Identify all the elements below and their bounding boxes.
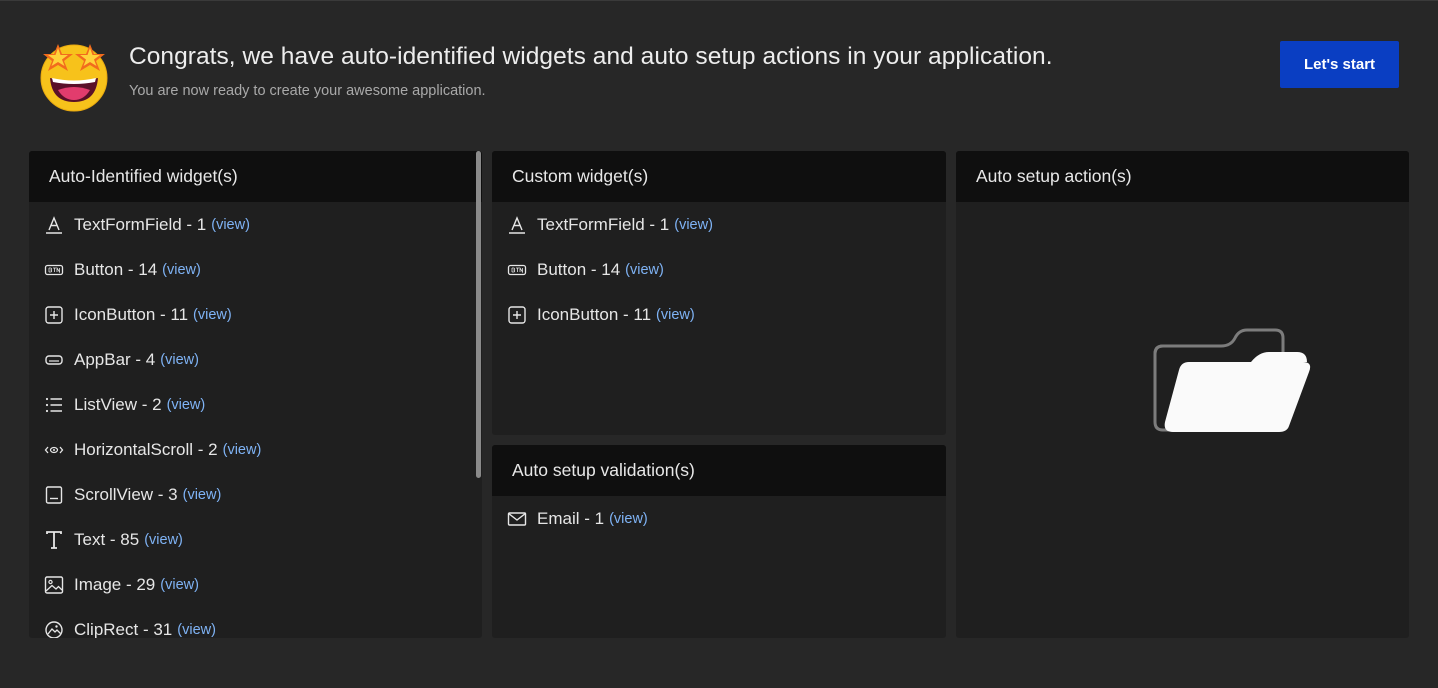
list-item: Email - 1 (view) — [507, 496, 946, 541]
list-item: Image - 29 (view) — [44, 562, 482, 607]
view-link[interactable]: (view) — [223, 442, 262, 458]
list-item: Button - 14 (view) — [507, 247, 946, 292]
view-link[interactable]: (view) — [160, 352, 199, 368]
view-link[interactable]: (view) — [674, 217, 713, 233]
text-field-icon — [44, 215, 64, 235]
view-link[interactable]: (view) — [193, 307, 232, 323]
view-link[interactable]: (view) — [162, 262, 201, 278]
page-subtitle: You are now ready to create your awesome… — [129, 83, 486, 99]
auto-identified-panel: Auto-Identified widget(s) TextFormField … — [29, 151, 482, 638]
widget-label: ClipRect - 31 — [74, 619, 173, 639]
view-link[interactable]: (view) — [177, 622, 216, 638]
list-item: ClipRect - 31 (view) — [44, 607, 482, 638]
view-link[interactable]: (view) — [609, 511, 648, 527]
list-item: Text - 85 (view) — [44, 517, 482, 562]
text-field-icon — [507, 215, 527, 235]
text-icon — [44, 530, 64, 550]
list-item: ListView - 2 (view) — [44, 382, 482, 427]
validation-title: Auto setup validation(s) — [492, 445, 946, 496]
view-link[interactable]: (view) — [656, 307, 695, 323]
auto-actions-title: Auto setup action(s) — [956, 151, 1409, 202]
view-link[interactable]: (view) — [160, 577, 199, 593]
widget-label: Image - 29 — [74, 574, 156, 594]
view-link[interactable]: (view) — [144, 532, 183, 548]
list-item: HorizontalScroll - 2 (view) — [44, 427, 482, 472]
list-item: TextFormField - 1 (view) — [507, 202, 946, 247]
widget-label: AppBar - 4 — [74, 349, 156, 369]
validation-panel: Auto setup validation(s) Email - 1 (view… — [492, 445, 946, 638]
app-bar-icon — [44, 350, 64, 370]
auto-identified-list: TextFormField - 1 (view) Button - 14 (vi… — [29, 202, 482, 638]
list-icon — [44, 395, 64, 415]
view-link[interactable]: (view) — [167, 397, 206, 413]
star-struck-emoji-icon — [40, 44, 108, 112]
widget-label: Email - 1 — [537, 508, 605, 528]
widget-label: TextFormField - 1 — [74, 214, 207, 234]
mail-icon — [507, 509, 527, 529]
list-item: IconButton - 11 (view) — [44, 292, 482, 337]
auto-identified-scrollbar[interactable] — [476, 151, 481, 478]
widget-label: TextFormField - 1 — [537, 214, 670, 234]
empty-folder-icon — [1153, 328, 1311, 432]
view-link[interactable]: (view) — [211, 217, 250, 233]
custom-widgets-list: TextFormField - 1 (view) Button - 14 (vi… — [492, 202, 946, 337]
list-item: Button - 14 (view) — [44, 247, 482, 292]
button-icon — [44, 260, 64, 280]
widget-label: IconButton - 11 — [74, 304, 189, 324]
page-title: Congrats, we have auto-identified widget… — [129, 43, 1053, 70]
scroll-view-icon — [44, 485, 64, 505]
view-link[interactable]: (view) — [625, 262, 664, 278]
widget-label: Button - 14 — [537, 259, 621, 279]
validation-list: Email - 1 (view) — [492, 496, 946, 541]
widget-label: IconButton - 11 — [537, 304, 652, 324]
plus-box-icon — [44, 305, 64, 325]
button-icon — [507, 260, 527, 280]
list-item: ScrollView - 3 (view) — [44, 472, 482, 517]
widget-label: ScrollView - 3 — [74, 484, 178, 504]
plus-box-icon — [507, 305, 527, 325]
widget-label: HorizontalScroll - 2 — [74, 439, 218, 459]
widget-label: Button - 14 — [74, 259, 158, 279]
clip-rect-icon — [44, 620, 64, 638]
lets-start-button[interactable]: Let's start — [1280, 41, 1399, 88]
list-item: IconButton - 11 (view) — [507, 292, 946, 337]
auto-actions-panel: Auto setup action(s) — [956, 151, 1409, 638]
widget-label: Text - 85 — [74, 529, 140, 549]
horizontal-scroll-icon — [44, 440, 64, 460]
image-icon — [44, 575, 64, 595]
header: Congrats, we have auto-identified widget… — [38, 40, 1400, 112]
view-link[interactable]: (view) — [183, 487, 222, 503]
list-item: AppBar - 4 (view) — [44, 337, 482, 382]
custom-widgets-title: Custom widget(s) — [492, 151, 946, 202]
auto-identified-title: Auto-Identified widget(s) — [29, 151, 482, 202]
list-item: TextFormField - 1 (view) — [44, 202, 482, 247]
custom-widgets-panel: Custom widget(s) TextFormField - 1 (view… — [492, 151, 946, 435]
widget-label: ListView - 2 — [74, 394, 162, 414]
top-border — [0, 0, 1438, 1]
